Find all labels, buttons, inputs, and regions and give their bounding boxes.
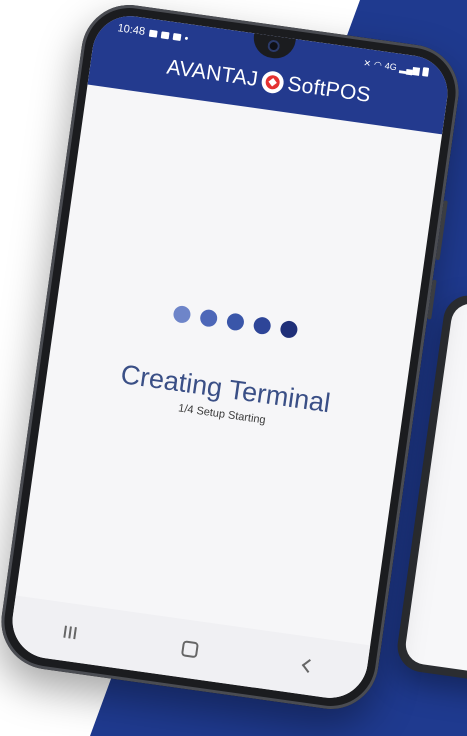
phone-screen: 10:48 ✕ ◠ 4G ▂▄▆ AVANTAJ SoftPOS Creatin… <box>7 11 453 703</box>
more-notifications-icon <box>184 36 188 40</box>
notification-icon <box>148 29 158 38</box>
app-notification-icon <box>172 32 182 41</box>
mute-icon: ✕ <box>362 57 372 69</box>
logo-mark-icon <box>260 69 286 95</box>
status-time: 10:48 <box>116 22 146 38</box>
back-button[interactable] <box>301 658 316 673</box>
message-icon <box>160 30 170 39</box>
status-right: ✕ ◠ 4G ▂▄▆ <box>363 57 430 77</box>
recent-apps-button[interactable] <box>63 625 78 640</box>
loading-indicator <box>171 304 299 339</box>
brand-right-text: SoftPOS <box>286 72 373 107</box>
home-button[interactable] <box>180 640 199 659</box>
loading-dot <box>171 304 192 324</box>
loading-content: Creating Terminal 1/4 Setup Starting <box>44 289 414 446</box>
loading-dot <box>252 316 272 336</box>
signal-icon: ▂▄▆ <box>399 62 421 76</box>
brand-left-text: AVANTAJ <box>165 55 260 92</box>
network-type: 4G <box>384 60 398 73</box>
loading-dot <box>198 308 218 328</box>
battery-icon <box>422 66 430 77</box>
loading-dot <box>278 319 299 339</box>
status-left: 10:48 <box>117 22 189 44</box>
wifi-icon: ◠ <box>373 58 383 70</box>
navigation-bar <box>7 595 371 703</box>
loading-dot <box>225 312 245 332</box>
